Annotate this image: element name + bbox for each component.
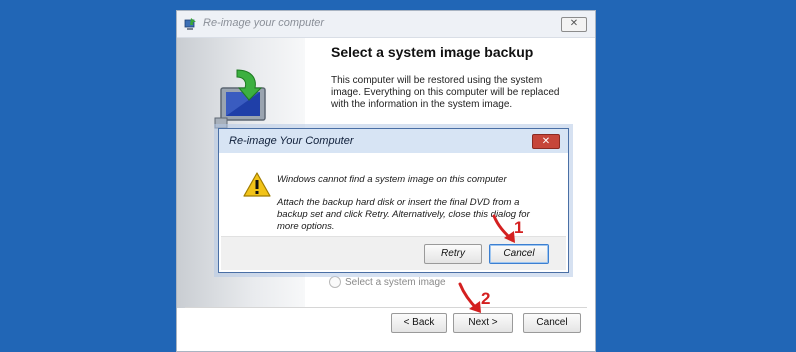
- next-button[interactable]: Next >: [453, 313, 513, 333]
- footer-divider: [185, 307, 587, 308]
- restore-computer-icon: [214, 69, 266, 129]
- dialog-close-button[interactable]: ✕: [532, 134, 560, 149]
- annotation-step-2: 2: [481, 289, 491, 308]
- wizard-titlebar: Re-image your computer ✕: [177, 11, 595, 38]
- wizard-heading: Select a system image backup: [331, 44, 534, 60]
- dialog-title: Re-image Your Computer: [229, 135, 354, 147]
- select-system-image-option[interactable]: Select a system image: [329, 276, 446, 288]
- wizard-close-button[interactable]: ✕: [561, 17, 587, 32]
- dialog-cancel-button[interactable]: Cancel: [489, 244, 549, 264]
- wizard-description: This computer will be restored using the…: [331, 75, 560, 110]
- back-button[interactable]: < Back: [391, 313, 447, 333]
- reimage-error-dialog: Re-image Your Computer ✕ Windows cannot …: [218, 128, 569, 273]
- select-system-image-label: Select a system image: [345, 276, 446, 288]
- annotation-step-1: 1: [514, 218, 524, 237]
- dialog-titlebar: Re-image Your Computer ✕: [219, 129, 568, 153]
- dialog-message: Windows cannot find a system image on th…: [277, 174, 507, 185]
- backup-app-icon: [184, 18, 196, 30]
- warning-icon: [243, 172, 271, 197]
- wizard-title: Re-image your computer: [203, 17, 325, 29]
- wizard-cancel-button[interactable]: Cancel: [523, 313, 581, 333]
- retry-button[interactable]: Retry: [424, 244, 482, 264]
- radio-button[interactable]: [329, 276, 341, 288]
